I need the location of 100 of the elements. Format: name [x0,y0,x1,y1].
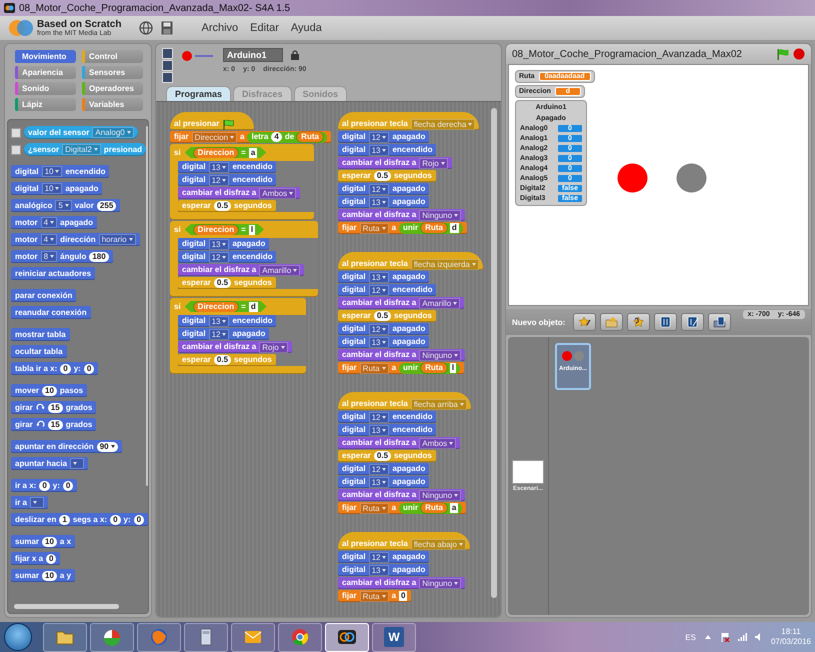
code-block[interactable]: digital 12 encendido [178,251,276,263]
rotation-style-button[interactable] [162,72,173,83]
variable-reporter[interactable]: Direccion [194,224,238,234]
condition-reporter[interactable]: Direccion = l [184,224,264,235]
language-indicator[interactable]: ES [685,632,696,642]
dropdown-field[interactable]: horario [98,234,136,245]
number-field[interactable]: 0 [62,480,74,490]
category-button[interactable]: Movimiento [15,50,76,63]
category-button[interactable]: Sensores [82,66,143,79]
dropdown-field[interactable]: 12 [368,552,390,562]
variable-reporter[interactable]: Ruta [421,223,447,233]
code-block[interactable]: fijar Ruta a 0 [338,590,412,602]
code-block[interactable]: apuntar hacia [11,457,88,470]
code-block[interactable]: digital 12 encendido [178,174,276,186]
number-field[interactable]: 15 [48,420,63,430]
code-block[interactable]: girar 15 grados [11,401,96,414]
code-block[interactable]: digital 12 encendido [338,284,436,296]
code-block[interactable]: analógico 5 valor 255 [11,199,120,212]
dropdown-field[interactable]: 13 [368,196,390,208]
category-button[interactable]: Control [82,50,143,63]
dropdown-field[interactable]: Amarillo [259,264,300,276]
code-block[interactable]: digital 12 apagado [178,328,270,340]
dropdown-field[interactable]: Ruta [360,590,389,602]
dropdown-field[interactable]: 12 [368,132,390,142]
globe-icon[interactable] [139,21,154,35]
code-block[interactable]: digital 12 encendido [338,411,436,423]
dropdown-field[interactable] [70,458,84,469]
dropdown-field[interactable]: Direccion [192,132,238,142]
rotation-style-button[interactable] [162,60,173,71]
number-field[interactable]: 0.5 [214,278,232,288]
code-block[interactable]: cambiar el disfraz a Ninguno [338,349,466,361]
code-block[interactable]: cambiar el disfraz a Ninguno [338,489,466,501]
number-field[interactable]: 0.5 [214,355,232,365]
taskbar-button[interactable]: W [372,622,416,652]
dropdown-field[interactable]: 12 [368,284,390,296]
code-block[interactable]: fijar Direccion a letra 4 de Ruta [170,131,331,143]
number-field[interactable]: 10 [42,570,57,580]
dropdown-field[interactable]: 13 [368,564,390,576]
dropdown-field[interactable]: Ambos [419,438,456,448]
code-block[interactable]: cambiar el disfraz a Ambos [338,437,460,449]
menu-item[interactable]: Ayuda [288,22,324,34]
text-field[interactable]: l [248,224,256,234]
dropdown-field[interactable]: 12 [368,324,390,334]
number-field[interactable]: 1 [59,514,70,524]
dropdown-field[interactable]: 13 [368,424,390,436]
code-block[interactable]: reiniciar actuadores [11,267,96,280]
code-block[interactable]: fijar Ruta a unir Ruta a [338,502,466,514]
number-field[interactable]: 4 [271,132,282,142]
new-sprite-button[interactable] [600,313,624,331]
dropdown-field[interactable]: 12 [208,174,230,186]
dropdown-field[interactable]: 13 [368,336,390,348]
code-block[interactable]: fijar Ruta a unir Ruta l [338,362,464,374]
dropdown-field[interactable]: Ninguno [419,350,462,360]
dropdown-field[interactable]: 13 [208,238,230,250]
start-button[interactable] [4,623,32,651]
menu-item[interactable]: Editar [248,22,281,34]
variable-reporter[interactable]: Ruta [421,363,447,373]
variable-reporter[interactable]: Ruta [421,503,447,513]
dropdown-field[interactable]: Ninguno [419,210,462,220]
dropdown-field[interactable]: 13 [208,162,230,172]
reporter-block[interactable]: ¿sensor Digital2 presionad [24,143,146,156]
category-button[interactable]: Apariencia [15,66,76,79]
dropdown-field[interactable]: Amarillo [419,298,460,308]
number-field[interactable]: 0 [60,364,71,374]
operator-reporter[interactable]: unir Ruta l [399,362,460,374]
if-block[interactable]: si Direccion = l digital 13 apagado digital 12 encendido cambiar el disfraz a Amarillo esperar 0.5 segundos [170,221,318,297]
text-field[interactable]: a [450,503,458,513]
dropdown-field[interactable]: 12 [368,464,390,474]
code-block[interactable]: digital 12 apagado [338,323,430,335]
stage-thumbnail[interactable] [512,460,544,484]
variable-reporter[interactable]: Ruta [297,132,323,142]
code-block[interactable]: cambiar el disfraz a Ambos [178,187,300,199]
code-block[interactable]: digital 12 apagado [338,463,430,475]
code-block[interactable]: cambiar el disfraz a Amarillo [338,297,464,309]
code-block[interactable]: digital 13 apagado [338,196,430,208]
code-block[interactable]: fijar x a 0 [11,552,60,565]
category-button[interactable]: Variables [82,98,143,111]
dropdown-field[interactable]: 13 [368,144,390,156]
code-block[interactable]: digital 12 apagado [338,131,430,143]
category-button[interactable]: Sonido [15,82,76,95]
new-sprite-button[interactable] [654,313,678,331]
code-block[interactable]: esperar 0.5 segundos [178,354,276,366]
code-block[interactable]: deslizar en 1 segs a x: 0 y: 0 [11,513,148,526]
code-block[interactable]: sumar 10 a x [11,535,76,548]
stop-button[interactable] [793,48,805,60]
flag-icon[interactable] [720,632,730,642]
dropdown-field[interactable]: Ruta [360,502,389,514]
dropdown-field[interactable]: Rojo [419,158,448,168]
dropdown-field[interactable]: Ninguno [419,578,462,588]
operator-reporter[interactable]: letra 4 de Ruta [247,132,327,142]
code-block[interactable]: digital 13 encendido [338,424,436,436]
menu-item[interactable]: Archivo [199,22,240,34]
code-block[interactable]: digital 13 apagado [338,336,430,348]
code-block[interactable]: esperar 0.5 segundos [338,310,436,322]
code-block[interactable]: digital 13 encendido [338,144,436,156]
operator-reporter[interactable]: unir Ruta a [399,502,462,514]
number-field[interactable]: 0 [46,554,56,564]
code-block[interactable]: digital 13 apagado [338,476,430,488]
code-block[interactable]: mover 10 pasos [11,384,88,397]
operator-reporter[interactable]: unir Ruta d [399,222,463,234]
